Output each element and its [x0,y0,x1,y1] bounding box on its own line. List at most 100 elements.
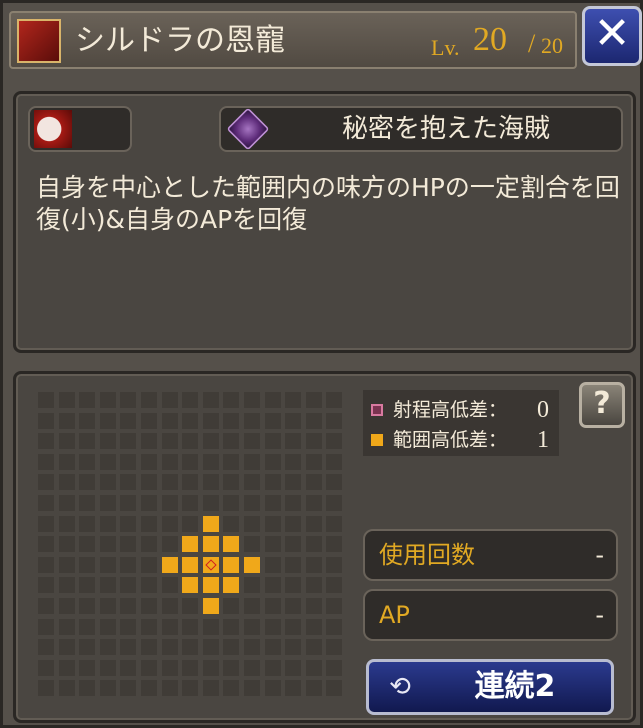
range-marker-icon [371,404,383,416]
grid-cell [120,618,137,635]
grid-cell [182,618,199,635]
grid-cell [120,453,137,470]
grid-cell [326,474,343,491]
range-height-value: 0 [537,397,549,423]
ap-box: AP - [363,589,618,641]
grid-cell [202,639,219,656]
grid-cell [305,536,322,553]
grid-cell [58,495,75,511]
grid-cell [79,618,96,635]
grid-cell [79,433,96,450]
grid-cell [99,556,116,573]
grid-cell [120,536,137,553]
grid-cell [99,495,116,511]
grid-cell [264,680,281,697]
refresh-icon: ⟲ [389,672,411,702]
grid-cell [141,639,157,656]
grid-cell [223,495,240,511]
grid-cell [141,598,157,614]
grid-cell [326,577,343,594]
grid-cell [38,412,54,429]
grid-cell [305,392,322,408]
grid-cell [79,577,96,594]
grid-cell [264,453,281,470]
grid-cell [182,474,199,491]
center-cell [202,556,219,573]
grid-cell [38,474,54,491]
area-height-row: 範囲高低差： 1 [371,426,556,454]
grid-cell [305,680,322,697]
area-cell [202,536,219,553]
range-panel: 射程高低差： 0 範囲高低差： 1 ? 使用回数 - AP - ⟲ 連続2 [13,371,636,723]
grid-cell [244,515,260,532]
grid-cell [79,536,96,553]
grid-cell [141,453,157,470]
grid-cell [58,392,75,408]
grid-cell [120,598,137,614]
trait-box: 秘密を抱えた海賊 [219,106,623,152]
grid-cell [99,659,116,676]
grid-cell [141,680,157,697]
grid-cell [99,618,116,635]
slash-element-icon [34,110,72,148]
grid-cell [326,556,343,573]
grid-cell [264,659,281,676]
area-height-value: 1 [537,427,549,453]
grid-cell [99,474,116,491]
close-button[interactable]: ✕ [582,6,642,66]
grid-cell [202,659,219,676]
grid-cell [202,680,219,697]
grid-cell [182,659,199,676]
grid-cell [223,474,240,491]
grid-cell [99,536,116,553]
area-cell [202,598,219,614]
grid-cell [285,412,302,429]
grid-cell [244,639,260,656]
skill-detail-window: シルドラの恩寵 Lv. 20 / 20 ✕ 秘密を抱えた海賊 自身を中心とした範… [0,0,643,728]
grid-cell [264,474,281,491]
grid-cell [79,474,96,491]
grid-cell [182,598,199,614]
chain-button[interactable]: ⟲ 連続2 [366,659,614,715]
grid-cell [223,639,240,656]
claw-skill-icon [17,19,61,63]
grid-cell [38,536,54,553]
grid-cell [79,639,96,656]
grid-cell [285,495,302,511]
grid-cell [161,618,178,635]
trait-label: 秘密を抱えた海賊 [341,114,550,144]
height-legend: 射程高低差： 0 範囲高低差： 1 [363,390,559,456]
help-button[interactable]: ? [579,382,625,428]
grid-cell [99,598,116,614]
grid-cell [58,659,75,676]
grid-cell [79,412,96,429]
area-cell [202,515,219,532]
range-height-row: 射程高低差： 0 [371,396,556,424]
area-cell [244,556,260,573]
grid-cell [182,433,199,450]
grid-cell [38,680,54,697]
grid-cell [38,659,54,676]
level-slash: / [528,29,536,58]
grid-cell [326,433,343,450]
skill-header: シルドラの恩寵 Lv. 20 / 20 [9,11,577,69]
grid-cell [223,598,240,614]
grid-cell [141,618,157,635]
grid-cell [202,412,219,429]
grid-cell [141,536,157,553]
emblem-icon [226,107,270,151]
grid-cell [120,474,137,491]
grid-cell [58,412,75,429]
grid-cell [38,577,54,594]
grid-cell [79,453,96,470]
area-cell [182,536,199,553]
grid-cell [99,392,116,408]
grid-cell [99,680,116,697]
grid-cell [326,598,343,614]
grid-cell [264,618,281,635]
grid-cell [182,515,199,532]
grid-cell [264,536,281,553]
grid-cell [141,659,157,676]
grid-cell [285,536,302,553]
grid-cell [141,433,157,450]
